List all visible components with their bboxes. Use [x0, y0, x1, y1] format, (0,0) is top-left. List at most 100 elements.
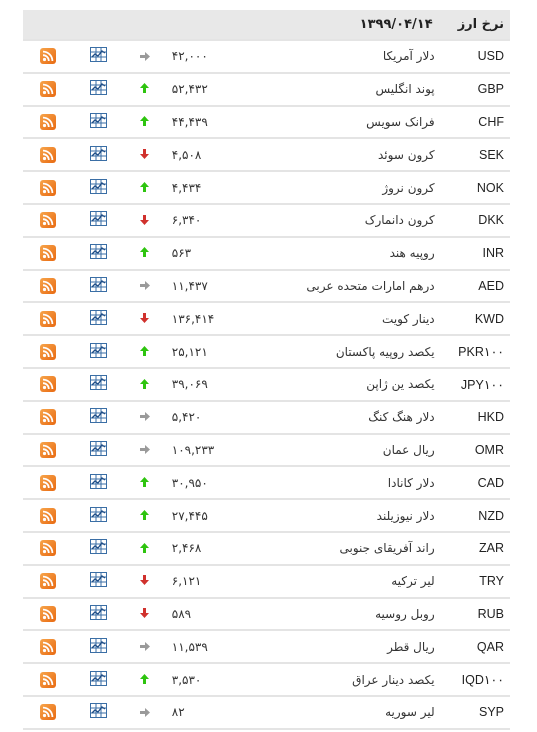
currency-code: SYP — [478, 705, 504, 720]
rss-icon[interactable] — [40, 48, 57, 65]
chart-icon[interactable] — [90, 637, 108, 656]
rss-icon[interactable] — [40, 573, 57, 590]
currency-rate: ۵۸۹ — [171, 606, 192, 621]
chart-icon[interactable] — [90, 506, 108, 525]
currency-name: دلار نیوزیلند — [376, 508, 435, 523]
rss-icon[interactable] — [40, 146, 57, 163]
currency-rates-widget: نرخ ارز ۱۳۹۹/۰۴/۱۴ USD دلار آمریکا ۴۲,۰۰… — [23, 10, 510, 730]
currency-name: فرانک سویس — [366, 114, 435, 129]
table-header: نرخ ارز ۱۳۹۹/۰۴/۱۴ — [23, 10, 510, 40]
currency-name: ریال عمان — [382, 442, 435, 457]
chart-icon[interactable] — [90, 309, 108, 328]
chart-icon[interactable] — [90, 703, 108, 721]
currency-code: QAR — [476, 639, 504, 654]
rss-icon[interactable] — [40, 245, 57, 262]
chart-icon[interactable] — [90, 604, 108, 623]
currency-name: کرون دانمارک — [364, 213, 435, 228]
currency-code: CHF — [478, 114, 504, 129]
arrow-up-icon — [140, 82, 150, 96]
currency-code: NZD — [478, 508, 504, 523]
arrow-down-icon — [140, 607, 150, 621]
rss-icon[interactable] — [40, 310, 57, 327]
currency-rates-table: نرخ ارز ۱۳۹۹/۰۴/۱۴ USD دلار آمریکا ۴۲,۰۰… — [23, 10, 510, 730]
table-row-usd: USD دلار آمریکا ۴۲,۰۰۰ — [23, 40, 510, 73]
currency-name: یکصد روپیه پاکستان — [335, 344, 435, 359]
table-row-inr: INR روپیه هند ۵۶۳ — [23, 236, 510, 270]
chart-icon[interactable] — [90, 80, 108, 98]
table-row-cad: CAD دلار کانادا ۳۰,۹۵۰ — [23, 466, 510, 499]
rss-icon[interactable] — [40, 671, 57, 688]
chart-icon[interactable] — [90, 244, 108, 262]
chart-icon[interactable] — [90, 342, 108, 361]
rss-icon[interactable] — [40, 113, 57, 130]
currency-name: دلار هنگ کنگ — [368, 410, 435, 425]
table-body: USD دلار آمریکا ۴۲,۰۰۰ GBP پوند انگلیس ۵… — [23, 40, 510, 729]
rss-icon[interactable] — [40, 507, 57, 524]
chart-icon[interactable] — [90, 440, 108, 459]
arrow-down-icon — [140, 148, 150, 162]
rss-icon[interactable] — [40, 704, 57, 721]
rss-icon[interactable] — [40, 474, 57, 491]
rss-icon[interactable] — [40, 343, 57, 360]
arrow-right-icon — [139, 279, 150, 293]
currency-rate: ۳۰,۹۵۰ — [171, 475, 208, 490]
chart-icon[interactable] — [90, 375, 108, 393]
arrow-up-icon — [140, 673, 150, 687]
chart-icon[interactable] — [90, 145, 108, 164]
table-row-kwd: KWD دینار کویت ۱۳۶,۴۱۴ — [23, 302, 510, 335]
table-row-dkk: DKK کرون دانمارک ۶,۳۴۰ — [23, 203, 510, 237]
table-row-rub: RUB روبل روسیه ۵۸۹ — [23, 597, 510, 631]
rss-icon[interactable] — [40, 212, 57, 229]
table-row-aed: AED درهم امارات متحده عربی ۱۱,۴۳۷ — [23, 269, 510, 303]
arrow-up-icon — [140, 181, 150, 195]
currency-code: ZAR — [479, 541, 504, 556]
table-row-qar: QAR ریال قطر ۱۱,۵۳۹ — [23, 630, 510, 663]
currency-name: دلار کانادا — [387, 475, 435, 490]
rss-icon[interactable] — [40, 540, 57, 557]
rss-icon[interactable] — [40, 638, 57, 655]
arrow-right-icon — [139, 443, 150, 457]
currency-code: INR — [482, 246, 504, 261]
currency-rate: ۴,۵۰۸ — [171, 147, 202, 162]
chart-icon[interactable] — [90, 539, 108, 557]
currency-name: روبل روسیه — [375, 606, 435, 621]
rss-icon[interactable] — [40, 376, 57, 393]
chart-icon[interactable] — [90, 211, 108, 229]
currency-rate: ۲۵,۱۲۱ — [171, 344, 208, 359]
chart-icon[interactable] — [90, 276, 108, 295]
currency-code: IQD۱۰۰ — [461, 673, 504, 688]
currency-name: دینار کویت — [382, 311, 435, 326]
arrow-up-icon — [140, 509, 150, 523]
currency-rate: ۱۱,۴۳۷ — [171, 278, 208, 293]
currency-rate: ۲۷,۴۴۵ — [171, 508, 208, 523]
rss-icon[interactable] — [40, 441, 57, 458]
currency-rate: ۴۲,۰۰۰ — [171, 49, 208, 64]
currency-code: USD — [477, 49, 504, 64]
currency-code: DKK — [478, 213, 504, 228]
rss-icon[interactable] — [40, 179, 57, 196]
currency-code: GBP — [477, 82, 504, 97]
currency-code: JPY۱۰۰ — [460, 377, 504, 392]
rss-icon[interactable] — [40, 277, 57, 294]
table-row-nok: NOK کرون نروژ ۴,۴۳۴ — [23, 171, 510, 204]
currency-code: AED — [478, 278, 504, 293]
chart-icon[interactable] — [90, 670, 108, 689]
chart-icon[interactable] — [90, 47, 108, 65]
chart-icon[interactable] — [90, 178, 108, 197]
header-title: نرخ ارز — [457, 17, 504, 32]
chart-icon[interactable] — [90, 408, 108, 426]
arrow-up-icon — [140, 115, 150, 129]
table-row-iqd: IQD۱۰۰ یکصد دینار عراق ۳,۵۳۰ — [23, 663, 510, 696]
chart-icon[interactable] — [90, 473, 108, 492]
currency-code: RUB — [477, 606, 504, 621]
chart-icon[interactable] — [90, 112, 108, 131]
currency-name: لیر سوریه — [385, 705, 435, 720]
chart-icon[interactable] — [90, 572, 108, 590]
table-row-hkd: HKD دلار هنگ کنگ ۵,۴۲۰ — [23, 400, 510, 434]
currency-name: راند آفریقای جنوبی — [339, 541, 435, 556]
rss-icon[interactable] — [40, 81, 57, 98]
currency-rate: ۴۴,۴۳۹ — [171, 114, 208, 129]
rss-icon[interactable] — [40, 409, 57, 426]
currency-rate: ۱۱,۵۳۹ — [171, 639, 208, 654]
rss-icon[interactable] — [40, 605, 57, 622]
